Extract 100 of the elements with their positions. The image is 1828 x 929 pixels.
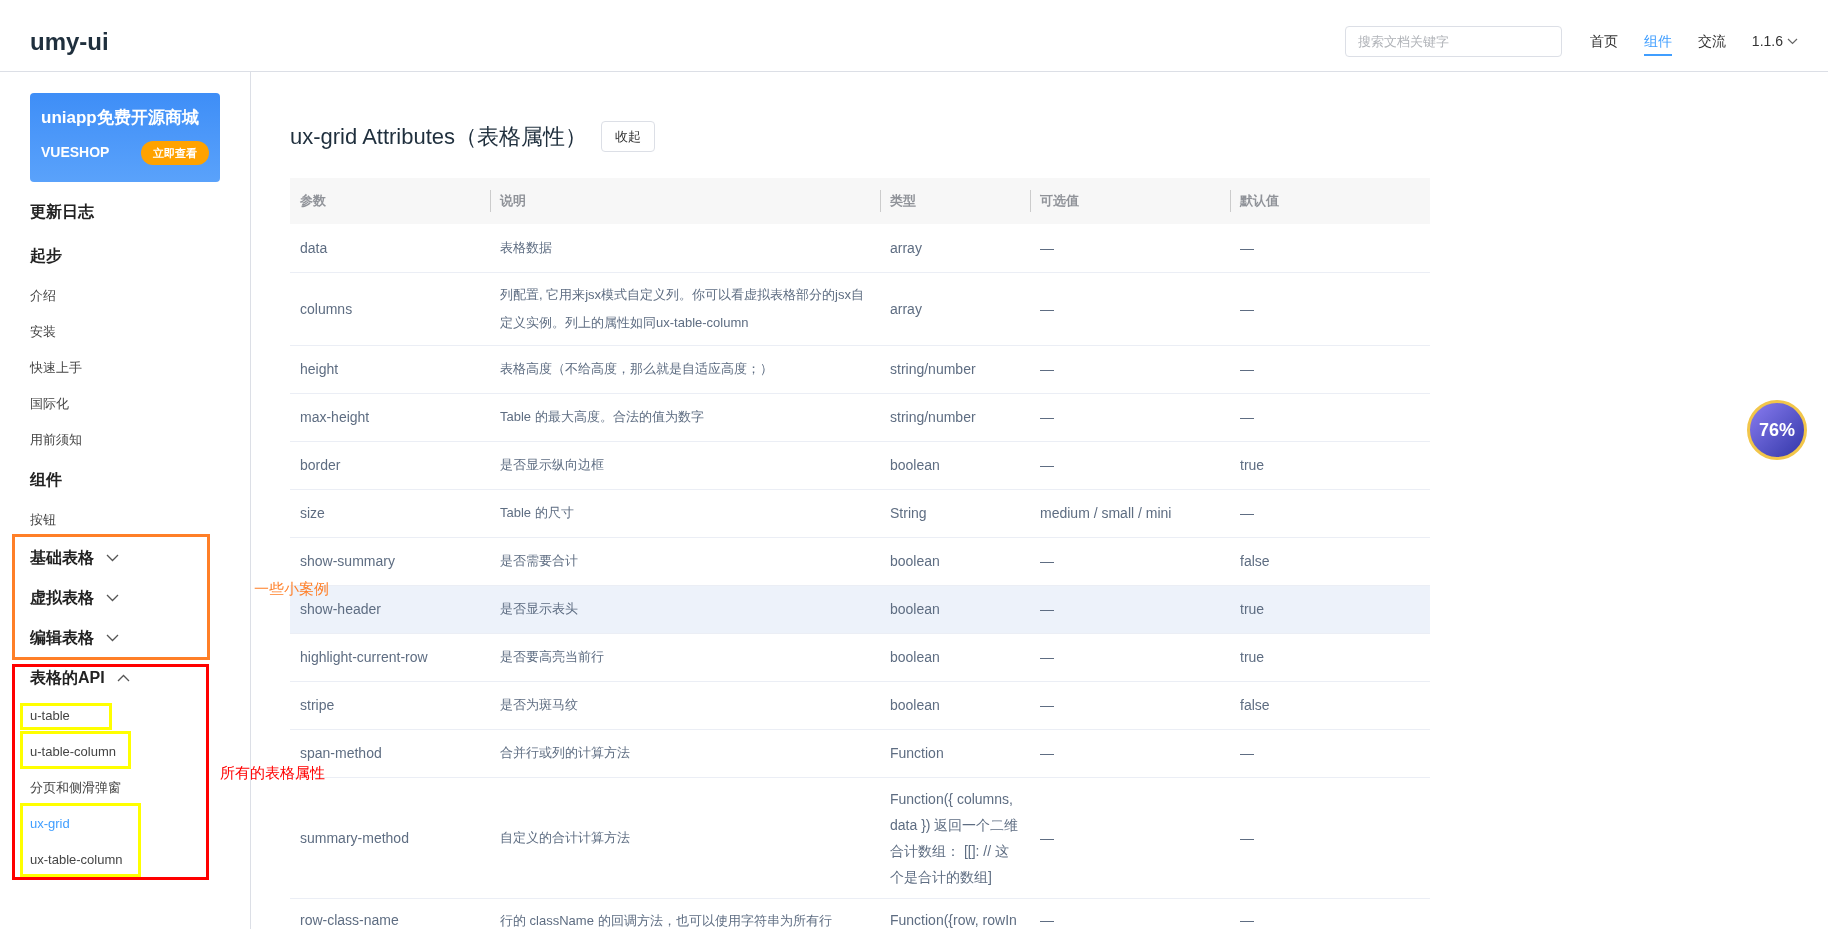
table-cell: 合并行或列的计算方法: [500, 745, 630, 760]
table-cell: —: [1040, 239, 1054, 256]
sidebar-link[interactable]: 国际化: [30, 396, 69, 412]
chevron-down-icon: [106, 554, 119, 562]
table-cell: —: [1240, 361, 1254, 377]
table-cell: false: [1240, 697, 1270, 713]
progress-widget[interactable]: 76%: [1747, 400, 1807, 460]
table-cell: boolean: [890, 697, 940, 713]
column-header: 类型: [890, 193, 916, 209]
table-cell: height: [300, 361, 339, 377]
sidebar-link[interactable]: u-table: [30, 708, 70, 724]
sidebar-group[interactable]: 编辑表格: [30, 618, 119, 658]
section-title: ux-grid Attributes（表格属性）: [290, 123, 588, 151]
table-cell: —: [1040, 745, 1054, 761]
table-cell: String: [890, 505, 927, 521]
table-cell: Function({ columns, data }) 返回一个二维合计数组： [[]: // 这个是合计的数组]: [890, 790, 1019, 885]
table-cell: —: [1040, 649, 1054, 665]
chevron-down-icon: [106, 634, 119, 642]
chevron-down-icon: [1787, 38, 1798, 45]
sidebar-link[interactable]: 分页和侧滑弹窗: [30, 780, 121, 796]
table-cell: —: [1240, 745, 1254, 761]
nav-link[interactable]: 首页: [1589, 27, 1618, 56]
sidebar-heading: 更新日志: [30, 202, 94, 222]
table-cell: —: [1240, 409, 1254, 425]
column-header: 可选值: [1040, 193, 1079, 209]
table-cell: medium / small / mini: [1040, 505, 1172, 521]
table-cell: string/number: [890, 409, 976, 425]
table-cell: show-header: [300, 601, 381, 617]
table-cell: Function: [890, 745, 944, 761]
table-cell: max-height: [300, 409, 370, 425]
table-cell: stripe: [300, 697, 335, 713]
table-cell: string/number: [890, 361, 976, 377]
sidebar-link[interactable]: 按钮: [30, 512, 56, 528]
table-cell: 自定义的合计计算方法: [500, 829, 630, 845]
chevron-down-icon: [106, 594, 119, 602]
chevron-up-icon: [116, 674, 130, 682]
collapse-button[interactable]: 收起: [601, 121, 656, 152]
table-cell: 是否要高亮当前行: [500, 649, 604, 664]
column-header: 默认值: [1240, 193, 1279, 209]
brand-logo: VUESHOP: [41, 143, 110, 163]
table-cell: array: [890, 300, 922, 317]
table-cell: —: [1240, 239, 1254, 256]
table-cell: size: [300, 505, 325, 521]
table-cell: Table 的最大高度。合法的值为数字: [500, 409, 704, 424]
table-cell: 是否显示纵向边框: [500, 457, 604, 472]
table-cell: 是否需要合计: [500, 553, 578, 568]
version-select[interactable]: 1.1.6: [1751, 31, 1798, 52]
table-cell: 表格数据: [500, 239, 552, 255]
table-cell: 表格高度（不给高度，那么就是自适应高度；）: [500, 361, 773, 376]
column-header: 参数: [300, 193, 326, 209]
table-cell: columns: [300, 300, 353, 317]
table-cell: —: [1240, 300, 1254, 317]
table-cell: 是否为斑马纹: [500, 697, 578, 712]
table-cell: Table 的尺寸: [500, 505, 574, 520]
sidebar-link[interactable]: u-table-column: [30, 744, 116, 760]
table-cell: show-summary: [300, 553, 395, 569]
table-cell: summary-method: [300, 829, 409, 846]
table-cell: array: [890, 239, 922, 256]
site-logo[interactable]: umy-ui: [30, 23, 109, 60]
table-cell: 行的 className 的回调方法，也可以使用字符串为所有行: [500, 912, 832, 928]
sidebar-group[interactable]: 虚拟表格: [30, 578, 119, 618]
sidebar-link[interactable]: 介绍: [30, 288, 56, 304]
table-cell: —: [1040, 300, 1054, 317]
sidebar-heading: 起步: [30, 246, 62, 266]
table-cell: —: [1040, 911, 1054, 928]
nav-link[interactable]: 交流: [1697, 27, 1726, 56]
table-cell: 是否显示表头: [500, 601, 578, 616]
sidebar-link[interactable]: 快速上手: [30, 360, 82, 376]
annotation-text: 所有的表格属性: [220, 763, 325, 783]
search-field[interactable]: 搜索文档关键字: [1344, 26, 1562, 57]
sidebar-link[interactable]: ux-table-column: [30, 852, 123, 868]
table-cell: —: [1040, 601, 1054, 617]
sidebar-link[interactable]: 用前须知: [30, 432, 82, 448]
table-cell: 列配置, 它用来jsx模式自定义列。你可以看虚拟表格部分的jsx自定义实例。列上的属性如同ux-table-column: [500, 286, 864, 330]
table-cell: false: [1240, 553, 1270, 569]
table-cell: boolean: [890, 601, 940, 617]
sidebar-link[interactable]: 安装: [30, 324, 56, 340]
table-cell: true: [1240, 457, 1265, 473]
sidebar-group[interactable]: 表格的API: [30, 658, 130, 698]
table-cell: —: [1040, 361, 1054, 377]
banner-title: uniapp免费开源商城: [41, 107, 200, 129]
sidebar-group[interactable]: 基础表格: [30, 538, 119, 578]
table-cell: Function({row, rowIn: [890, 911, 1017, 928]
table-cell: row-class-name: [300, 911, 399, 928]
table-cell: boolean: [890, 553, 940, 569]
table-cell: boolean: [890, 457, 940, 473]
table-cell: —: [1240, 911, 1254, 928]
table-cell: —: [1040, 409, 1054, 425]
column-header: 说明: [500, 193, 526, 209]
table-cell: true: [1240, 601, 1265, 617]
table-cell: data: [300, 239, 328, 256]
annotation-text: 一些小案例: [254, 579, 329, 599]
table-cell: true: [1240, 649, 1265, 665]
table-cell: highlight-current-row: [300, 649, 428, 665]
table-cell: —: [1240, 829, 1254, 846]
table-cell: —: [1040, 829, 1054, 846]
table-cell: —: [1040, 457, 1054, 473]
table-cell: border: [300, 457, 341, 473]
table-cell: boolean: [890, 649, 940, 665]
table-cell: span-method: [300, 745, 382, 761]
